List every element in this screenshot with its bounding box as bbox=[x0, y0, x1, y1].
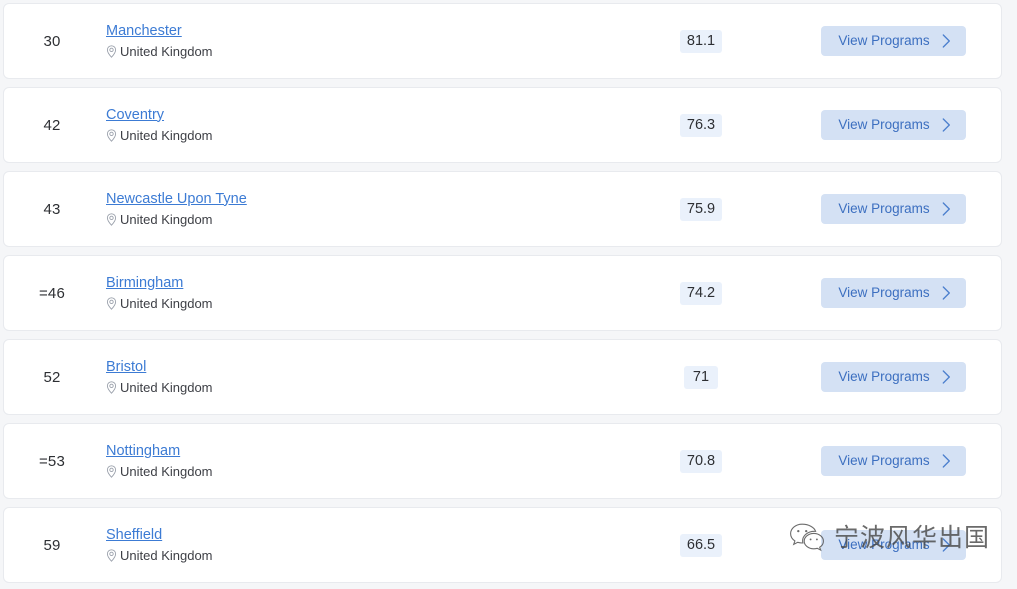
institution-cell: Sheffield United Kingdom bbox=[100, 527, 616, 564]
country-label: United Kingdom bbox=[120, 127, 213, 143]
table-row: 30 Manchester United Kingdom 81.1 View P… bbox=[3, 3, 1002, 79]
score-cell: 66.5 bbox=[616, 533, 786, 557]
view-programs-button[interactable]: View Programs bbox=[821, 26, 966, 56]
table-row: 59 Sheffield United Kingdom 66.5 View Pr… bbox=[3, 507, 1002, 583]
score-badge: 70.8 bbox=[679, 449, 723, 473]
institution-link[interactable]: Nottingham bbox=[106, 443, 180, 460]
score-badge: 71 bbox=[684, 365, 718, 389]
view-programs-button[interactable]: View Programs bbox=[821, 530, 966, 560]
map-pin-icon bbox=[106, 129, 117, 143]
view-programs-label: View Programs bbox=[838, 369, 930, 384]
country-label: United Kingdom bbox=[120, 211, 213, 227]
view-programs-button[interactable]: View Programs bbox=[821, 362, 966, 392]
action-cell: View Programs bbox=[786, 446, 1001, 476]
score-badge: 81.1 bbox=[679, 29, 723, 53]
rank-cell: 43 bbox=[4, 201, 100, 218]
score-cell: 71 bbox=[616, 365, 786, 389]
table-row: 43 Newcastle Upon Tyne United Kingdom 75… bbox=[3, 171, 1002, 247]
score-badge: 76.3 bbox=[679, 113, 723, 137]
map-pin-icon bbox=[106, 465, 117, 479]
institution-location: United Kingdom bbox=[106, 212, 616, 228]
institution-location: United Kingdom bbox=[106, 128, 616, 144]
map-pin-icon bbox=[106, 297, 117, 311]
map-pin-icon bbox=[106, 381, 117, 395]
rank-value: 52 bbox=[43, 368, 61, 386]
country-label: United Kingdom bbox=[120, 43, 213, 59]
score-cell: 70.8 bbox=[616, 449, 786, 473]
institution-link[interactable]: Coventry bbox=[106, 107, 164, 124]
map-pin-icon bbox=[106, 213, 117, 227]
country-label: United Kingdom bbox=[120, 547, 213, 563]
institution-cell: Manchester United Kingdom bbox=[100, 23, 616, 60]
institution-link[interactable]: Bristol bbox=[106, 359, 146, 376]
action-cell: View Programs bbox=[786, 194, 1001, 224]
view-programs-button[interactable]: View Programs bbox=[821, 110, 966, 140]
institution-link[interactable]: Sheffield bbox=[106, 527, 162, 544]
institution-location: United Kingdom bbox=[106, 464, 616, 480]
chevron-right-icon bbox=[942, 33, 950, 48]
country-label: United Kingdom bbox=[120, 295, 213, 311]
rank-cell: 30 bbox=[4, 33, 100, 50]
institution-location: United Kingdom bbox=[106, 548, 616, 564]
institution-cell: Coventry United Kingdom bbox=[100, 107, 616, 144]
country-label: United Kingdom bbox=[120, 463, 213, 479]
chevron-right-icon bbox=[942, 201, 950, 216]
institution-cell: Bristol United Kingdom bbox=[100, 359, 616, 396]
score-cell: 75.9 bbox=[616, 197, 786, 221]
table-row: 42 Coventry United Kingdom 76.3 View Pro… bbox=[3, 87, 1002, 163]
map-pin-icon bbox=[106, 549, 117, 563]
view-programs-label: View Programs bbox=[838, 117, 930, 132]
institution-location: United Kingdom bbox=[106, 380, 616, 396]
score-cell: 74.2 bbox=[616, 281, 786, 305]
chevron-right-icon bbox=[942, 285, 950, 300]
action-cell: View Programs bbox=[786, 26, 1001, 56]
institution-cell: Newcastle Upon Tyne United Kingdom bbox=[100, 191, 616, 228]
rank-cell: 42 bbox=[4, 117, 100, 134]
score-cell: 81.1 bbox=[616, 29, 786, 53]
rank-cell: 59 bbox=[4, 537, 100, 554]
action-cell: View Programs bbox=[786, 530, 1001, 560]
institution-cell: Nottingham United Kingdom bbox=[100, 443, 616, 480]
institution-location: United Kingdom bbox=[106, 296, 616, 312]
action-cell: View Programs bbox=[786, 362, 1001, 392]
rank-value: =53 bbox=[38, 452, 66, 470]
rank-cell: =53 bbox=[4, 453, 100, 470]
score-badge: 75.9 bbox=[679, 197, 723, 221]
chevron-right-icon bbox=[942, 453, 950, 468]
map-pin-icon bbox=[106, 45, 117, 59]
score-badge: 74.2 bbox=[679, 281, 723, 305]
view-programs-label: View Programs bbox=[838, 201, 930, 216]
score-badge: 66.5 bbox=[679, 533, 723, 557]
view-programs-label: View Programs bbox=[838, 537, 930, 552]
view-programs-button[interactable]: View Programs bbox=[821, 446, 966, 476]
rank-value: 43 bbox=[43, 200, 61, 218]
view-programs-label: View Programs bbox=[838, 33, 930, 48]
rank-value: 30 bbox=[43, 32, 61, 50]
institution-link[interactable]: Birmingham bbox=[106, 275, 183, 292]
country-label: United Kingdom bbox=[120, 379, 213, 395]
view-programs-button[interactable]: View Programs bbox=[821, 194, 966, 224]
table-row: 52 Bristol United Kingdom 71 View Progra… bbox=[3, 339, 1002, 415]
institution-location: United Kingdom bbox=[106, 44, 616, 60]
chevron-right-icon bbox=[942, 117, 950, 132]
rank-cell: 52 bbox=[4, 369, 100, 386]
institution-link[interactable]: Manchester bbox=[106, 23, 182, 40]
score-cell: 76.3 bbox=[616, 113, 786, 137]
view-programs-label: View Programs bbox=[838, 453, 930, 468]
rank-value: 59 bbox=[43, 536, 61, 554]
view-programs-label: View Programs bbox=[838, 285, 930, 300]
rank-cell: =46 bbox=[4, 285, 100, 302]
table-row: =53 Nottingham United Kingdom 70.8 View … bbox=[3, 423, 1002, 499]
chevron-right-icon bbox=[942, 537, 950, 552]
action-cell: View Programs bbox=[786, 278, 1001, 308]
table-row: =46 Birmingham United Kingdom 74.2 View … bbox=[3, 255, 1002, 331]
institution-cell: Birmingham United Kingdom bbox=[100, 275, 616, 312]
view-programs-button[interactable]: View Programs bbox=[821, 278, 966, 308]
rank-value: 42 bbox=[43, 116, 61, 134]
institution-link[interactable]: Newcastle Upon Tyne bbox=[106, 191, 247, 208]
ranking-list: 30 Manchester United Kingdom 81.1 View P… bbox=[0, 0, 1017, 589]
chevron-right-icon bbox=[942, 369, 950, 384]
action-cell: View Programs bbox=[786, 110, 1001, 140]
rank-value: =46 bbox=[38, 284, 66, 302]
